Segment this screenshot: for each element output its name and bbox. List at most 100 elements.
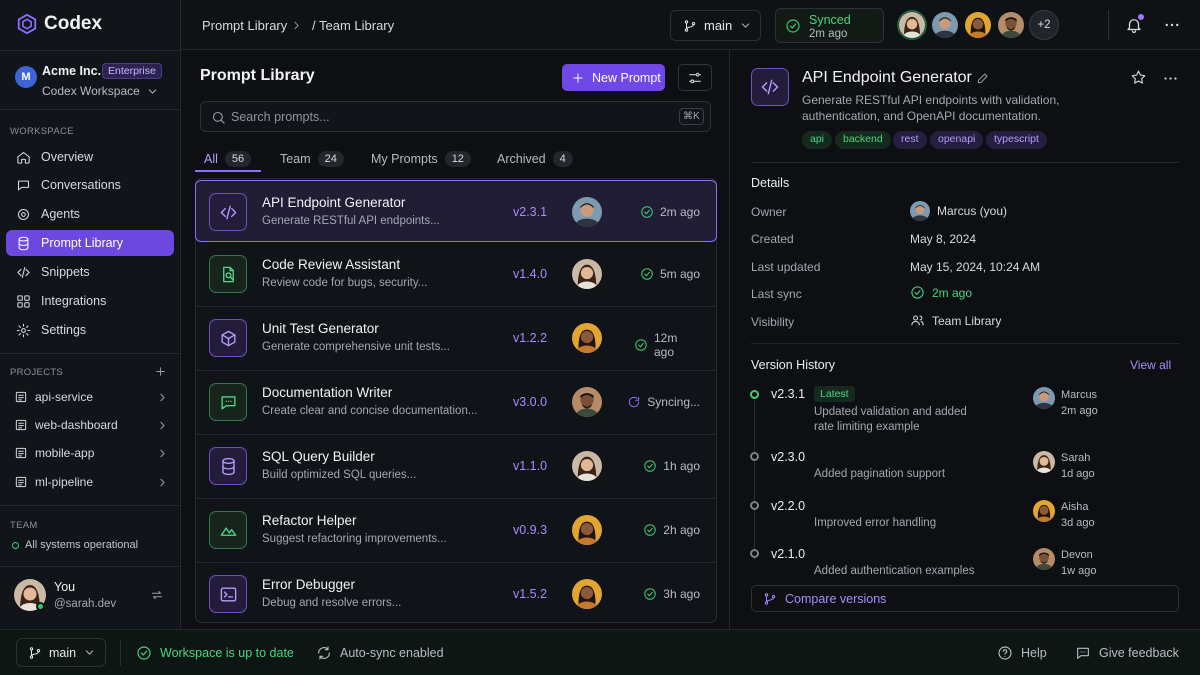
avatar <box>1033 387 1055 409</box>
project-item-web-dashboard[interactable]: web-dashboard <box>14 413 169 437</box>
check-circle-icon <box>643 523 657 537</box>
help-button[interactable]: Help <box>997 645 1047 661</box>
sidebar-item-label: Overview <box>41 150 94 164</box>
page-title: Prompt Library <box>200 67 315 84</box>
compare-versions-button[interactable]: Compare versions <box>751 585 1179 612</box>
version-number[interactable]: v2.2.0 <box>771 499 805 513</box>
version-number[interactable]: v2.3.1 <box>771 387 805 401</box>
codex-logo-icon <box>16 13 38 35</box>
sync-title: Synced <box>809 13 851 27</box>
version-number[interactable]: v2.1.0 <box>771 547 805 561</box>
prompt-row[interactable]: Refactor Helper Suggest refactoring impr… <box>196 499 716 563</box>
avatar <box>963 10 993 40</box>
field-value: 2m ago <box>932 285 973 300</box>
app-logo[interactable]: Codex <box>16 13 102 35</box>
sidebar-item-snippets[interactable]: Snippets <box>6 259 174 285</box>
field-label: Visibility <box>751 315 795 329</box>
more-options-icon[interactable] <box>1163 16 1181 34</box>
tag[interactable]: openapi <box>930 131 984 149</box>
sidebar-item-conversations[interactable]: Conversations <box>6 172 174 198</box>
prompt-row[interactable]: SQL Query Builder Build optimized SQL qu… <box>196 435 716 499</box>
auto-sync-status[interactable]: Auto-sync enabled <box>316 645 444 661</box>
add-project-icon[interactable] <box>154 365 167 378</box>
detail-title: API Endpoint Generator <box>802 69 972 86</box>
breadcrumb-team-library[interactable]: / Team Library <box>312 18 394 33</box>
prompt-name: SQL Query Builder <box>262 449 375 464</box>
more-collaborators[interactable]: +2 <box>1029 10 1059 40</box>
tab-my-prompts[interactable]: My Prompts 12 <box>371 147 471 171</box>
divider <box>751 343 1179 344</box>
collaborators[interactable]: +2 <box>897 10 1059 40</box>
chevron-right-icon <box>156 391 169 404</box>
prompt-row[interactable]: Code Review Assistant Review code for bu… <box>196 243 716 307</box>
author-time: 2m ago <box>1061 405 1098 417</box>
prompt-sync-status: 12m ago <box>634 331 700 359</box>
search-box: ⌘K <box>200 101 711 132</box>
prompt-row-selected[interactable]: API Endpoint Generator Generate RESTful … <box>195 180 717 242</box>
tag[interactable]: typescript <box>986 131 1047 149</box>
branch-selector[interactable]: main <box>670 10 761 41</box>
branch-selector[interactable]: main <box>16 638 106 667</box>
workspace-switcher[interactable]: M Acme Inc. Enterprise Codex Workspace <box>0 50 180 110</box>
version-number[interactable]: v2.3.0 <box>771 450 805 464</box>
more-options-icon[interactable] <box>1162 70 1179 87</box>
prompt-detail-panel: API Endpoint Generator Generate RESTful … <box>730 50 1200 629</box>
field-value: May 8, 2024 <box>910 232 977 246</box>
sidebar-item-settings[interactable]: Settings <box>6 317 174 343</box>
file-search-icon <box>209 255 247 293</box>
project-label: ml-pipeline <box>35 475 94 489</box>
project-item-ml-pipeline[interactable]: ml-pipeline <box>14 470 169 494</box>
filter-button[interactable] <box>678 64 712 91</box>
view-all-link[interactable]: View all <box>1130 358 1171 372</box>
sidebar-item-integrations[interactable]: Integrations <box>6 288 174 314</box>
prompt-row[interactable]: Error Debugger Debug and resolve errors.… <box>196 563 716 627</box>
star-icon[interactable] <box>1130 69 1147 86</box>
avatar <box>572 515 602 545</box>
edit-icon[interactable] <box>976 71 990 85</box>
breadcrumb-prompt-library[interactable]: Prompt Library <box>202 18 287 33</box>
tag[interactable]: api <box>802 131 833 149</box>
agent-icon <box>16 207 31 222</box>
cube-icon <box>209 319 247 357</box>
created-value: May 8, 2024 <box>910 232 976 246</box>
prompt-version: v3.0.0 <box>513 395 548 409</box>
tab-team[interactable]: Team 24 <box>280 147 344 171</box>
search-input[interactable] <box>231 107 651 127</box>
tab-archived[interactable]: Archived 4 <box>497 147 573 171</box>
divider <box>751 162 1179 163</box>
avatar <box>996 10 1026 40</box>
sidebar-item-agents[interactable]: Agents <box>6 201 174 227</box>
sidebar-item-prompt-library[interactable]: Prompt Library <box>6 230 174 256</box>
prompt-row[interactable]: Unit Test Generator Generate comprehensi… <box>196 307 716 371</box>
tab-all[interactable]: All 56 <box>204 147 252 171</box>
timeline-dot <box>750 501 759 510</box>
sync-status[interactable]: Synced 2m ago <box>775 8 884 43</box>
detail-description: Generate RESTful API endpoints with vali… <box>802 93 1060 123</box>
updated-value: May 15, 2024, 10:24 AM <box>910 260 1040 274</box>
branch-name: main <box>49 645 77 660</box>
prompt-version: v0.9.3 <box>513 523 548 537</box>
tag[interactable]: rest <box>893 131 927 149</box>
prompt-row[interactable]: Documentation Writer Create clear and co… <box>196 371 716 435</box>
tab-label: My Prompts <box>371 152 438 166</box>
prompt-version: v2.3.1 <box>513 205 548 219</box>
terminal-icon <box>209 575 247 613</box>
project-item-mobile-app[interactable]: mobile-app <box>14 441 169 465</box>
prompt-sync-status: 2h ago <box>634 523 700 537</box>
field-label: Created <box>751 232 794 246</box>
feedback-button[interactable]: Give feedback <box>1075 645 1179 661</box>
chevron-right-icon <box>290 19 303 32</box>
avatar <box>1033 500 1055 522</box>
gear-icon <box>16 323 31 338</box>
sidebar-item-overview[interactable]: Overview <box>6 144 174 170</box>
new-prompt-button[interactable]: New Prompt <box>562 64 665 91</box>
switch-account-icon[interactable] <box>150 588 164 602</box>
timeline-dot <box>750 452 759 461</box>
check-circle-icon <box>643 587 657 601</box>
project-item-api-service[interactable]: api-service <box>14 385 169 409</box>
field-label: Last sync <box>751 287 802 301</box>
status-bar: main Workspace is up to date Auto-sync e… <box>0 629 1200 675</box>
folder-icon <box>14 390 28 404</box>
current-user[interactable]: You @sarah.dev <box>0 566 180 626</box>
tag[interactable]: backend <box>835 131 891 149</box>
